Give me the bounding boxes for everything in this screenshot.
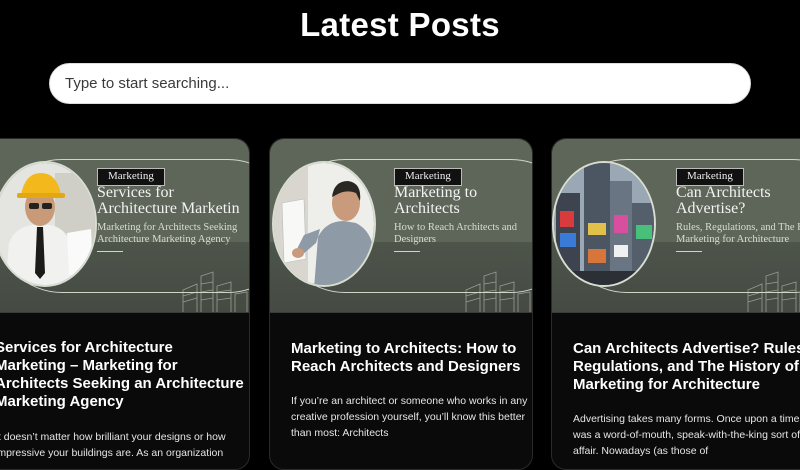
city-photo (552, 161, 656, 287)
post-title[interactable]: Services for Architecture Marketing – Ma… (0, 339, 245, 411)
thumbnail-title-line2: Advertise? (676, 200, 746, 217)
post-excerpt: It doesn’t matter how brilliant your des… (0, 431, 226, 459)
thumbnail-title-line1: Can Architects (676, 184, 771, 201)
post-thumbnail[interactable]: Marketing Can Architects Advertise? Rule… (552, 139, 800, 313)
post-thumbnail[interactable]: Marketing Marketing to Architects How to… (270, 139, 532, 313)
post-thumbnail[interactable]: Marketing Services for Architecture Mark… (0, 139, 249, 313)
post-card[interactable]: Marketing Services for Architecture Mark… (0, 138, 250, 470)
thumbnail-rule (394, 251, 420, 252)
thumbnail-rule (676, 251, 702, 252)
building-sketch-icon (465, 271, 531, 312)
post-card[interactable]: Marketing Marketing to Architects How to… (269, 138, 533, 470)
post-title[interactable]: Marketing to Architects: How to Reach Ar… (291, 340, 532, 376)
thumbnail-subtitle-line1: Rules, Regulations, and The History of (676, 222, 800, 233)
thumbnail-subtitle-line2: Architecture Marketing Agency (97, 234, 231, 245)
thumbnail-title-line2: Architecture Marketin (97, 200, 240, 217)
search-bar[interactable] (49, 63, 751, 104)
thumbnail-title-line1: Services for (97, 184, 174, 201)
thumbnail-subtitle-line2: Marketing for Architecture (676, 234, 790, 245)
building-sketch-icon (182, 271, 248, 312)
thumbnail-subtitle-line1: How to Reach Architects and (394, 222, 518, 233)
thumbnail-subtitle-line1: Marketing for Architects Seeking (97, 222, 238, 233)
post-excerpt: Advertising takes many forms. Once upon … (573, 413, 800, 457)
post-card[interactable]: Marketing Can Architects Advertise? Rule… (551, 138, 800, 470)
search-input[interactable] (63, 74, 750, 93)
thumbnail-title-line2: Architects (394, 200, 460, 217)
post-excerpt: If you’re an architect or someone who wo… (291, 395, 528, 439)
architect-photo (272, 161, 376, 287)
thumbnail-title-line1: Marketing to (394, 184, 478, 201)
thumbnail-subtitle-line2: Designers (394, 234, 436, 245)
building-sketch-icon (747, 271, 800, 312)
page-title: Latest Posts (300, 6, 500, 43)
post-title[interactable]: Can Architects Advertise? Rules, Regulat… (573, 340, 800, 394)
thumbnail-rule (97, 251, 123, 252)
